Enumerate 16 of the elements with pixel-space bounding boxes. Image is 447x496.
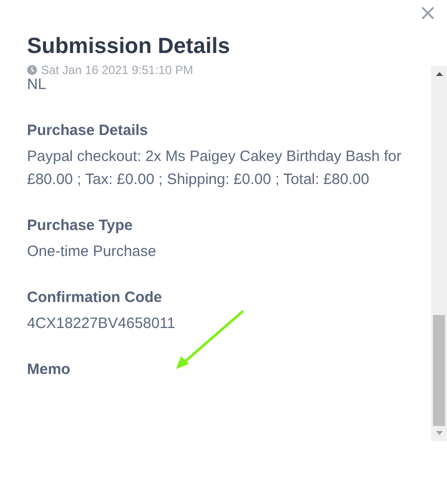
scroll-down-icon[interactable]: [436, 431, 442, 435]
dialog-title: Submission Details: [27, 32, 231, 60]
field-label: Confirmation Code: [27, 288, 163, 308]
close-button[interactable]: ×: [416, 3, 439, 25]
scrollbar-thumb[interactable]: [433, 315, 445, 426]
submission-timestamp: Sat Jan 16 2021 9:51:10 PM: [41, 63, 194, 77]
field-label: Memo: [27, 360, 72, 380]
field-value: 4CX18227BV4658011: [27, 314, 176, 334]
clock-icon: [27, 65, 37, 75]
scroll-up-icon[interactable]: [436, 72, 442, 76]
scrollbar[interactable]: [431, 66, 447, 441]
field-label: Purchase Details: [27, 121, 149, 141]
field-value: Paypal checkout: 2x Ms Paigey Cakey Birthday Bash for £80.00 ; Tax: £0.00 ; Shipping: £0.00 ; Total: £80.00: [27, 147, 402, 190]
field-value: NL: [27, 75, 48, 95]
field-value: One-time Purchase: [27, 242, 158, 262]
field-label: Purchase Type: [27, 216, 134, 236]
